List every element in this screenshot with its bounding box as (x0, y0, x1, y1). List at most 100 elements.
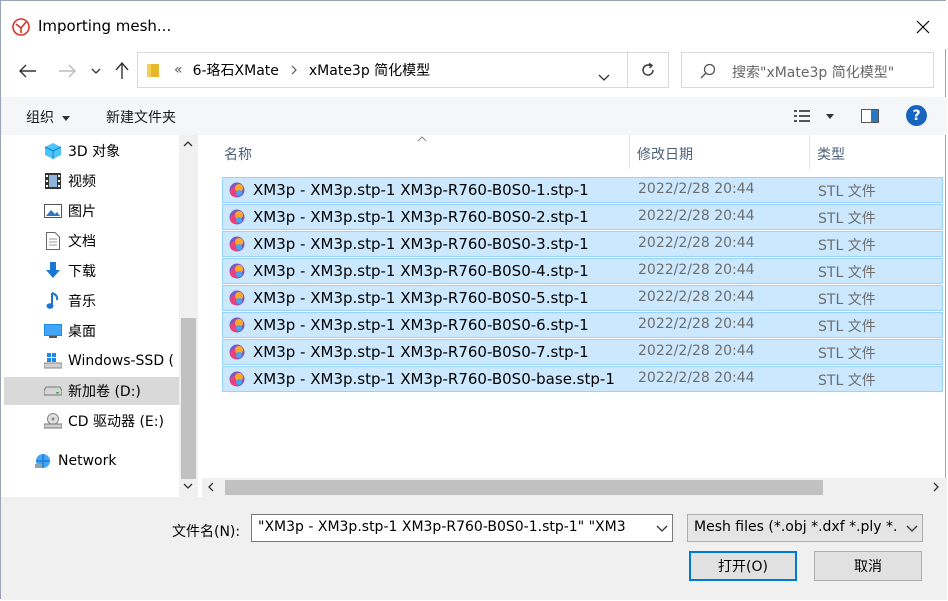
back-button[interactable] (15, 59, 41, 83)
import-mesh-dialog: Importing mesh... « 6-珞石XMate xMate3p 简化… (0, 0, 947, 600)
dialog-footer: 文件名(N): "XM3p - XM3p.stp-1 XM3p-R760-B0S… (1, 497, 947, 600)
file-type-filter[interactable]: Mesh files (*.obj *.dxf *.ply *. (687, 514, 923, 542)
hscroll-thumb[interactable] (225, 480, 823, 495)
file-name: XM3p - XM3p.stp-1 XM3p-R760-B0S0-6.stp-1 (253, 316, 589, 334)
navigation-pane: 3D 对象 视频 图片 文档 下载 音乐 桌面 Windows-SSD (新加… (4, 135, 198, 497)
file-date: 2022/2/28 20:44 (638, 370, 755, 386)
chevron-down-icon (91, 68, 101, 74)
help-button[interactable]: ? (906, 105, 927, 126)
nav-item-label: CD 驱动器 (E:) (68, 414, 164, 430)
address-dropdown[interactable] (598, 66, 610, 85)
nav-item-windows-ssd[interactable]: Windows-SSD ( (4, 347, 179, 375)
nav-scroll-thumb[interactable] (181, 318, 196, 479)
folder-icon (147, 64, 159, 77)
file-name: XM3p - XM3p.stp-1 XM3p-R760-B0S0-4.stp-1 (253, 262, 589, 280)
filename-label: 文件名(N): (172, 524, 241, 540)
column-divider[interactable] (809, 135, 810, 169)
file-type: STL 文件 (818, 265, 876, 281)
filename-value: "XM3p - XM3p.stp-1 XM3p-R760-B0S0-1.stp-… (258, 519, 626, 535)
nav-item-music[interactable]: 音乐 (4, 287, 179, 315)
search-input[interactable]: 搜索"xMate3p 简化模型" (681, 52, 934, 88)
file-row[interactable]: XM3p - XM3p.stp-1 XM3p-R760-B0S0-1.stp-1… (222, 177, 943, 203)
command-bar: 组织 新建文件夹 ? (1, 97, 947, 135)
stl-file-icon (229, 263, 245, 279)
nav-scrollbar[interactable] (179, 135, 198, 497)
file-row[interactable]: XM3p - XM3p.stp-1 XM3p-R760-B0S0-3.stp-1… (222, 231, 943, 257)
file-date: 2022/2/28 20:44 (638, 208, 755, 224)
nav-item-downloads[interactable]: 下载 (4, 257, 179, 285)
file-date: 2022/2/28 20:44 (638, 316, 755, 332)
arrow-left-icon (19, 64, 36, 78)
cd-drive-icon (44, 412, 62, 430)
file-name: XM3p - XM3p.stp-1 XM3p-R760-B0S0-5.stp-1 (253, 289, 589, 307)
stl-file-icon (229, 344, 245, 360)
stl-file-icon (229, 209, 245, 225)
open-button[interactable]: 打开(O) (689, 551, 797, 581)
help-icon: ? (912, 107, 921, 124)
nav-item-network[interactable]: Network (4, 447, 179, 475)
file-type: STL 文件 (818, 211, 876, 227)
up-button[interactable] (111, 59, 133, 83)
recent-locations-button[interactable] (87, 61, 105, 81)
nav-item-cd-drive[interactable]: CD 驱动器 (E:) (4, 407, 179, 435)
new-folder-button[interactable]: 新建文件夹 (106, 107, 176, 127)
download-icon (44, 262, 62, 280)
breadcrumb-item[interactable]: xMate3p 简化模型 (309, 60, 430, 80)
forward-button[interactable] (54, 59, 80, 83)
nav-item-label: 桌面 (68, 324, 96, 340)
window-title: Importing mesh... (38, 17, 172, 35)
sort-up-icon (417, 136, 427, 142)
nav-item-desktop[interactable]: 桌面 (4, 317, 179, 345)
chevron-down-icon[interactable] (656, 525, 668, 532)
column-divider[interactable] (629, 135, 630, 169)
drive-icon (44, 382, 62, 400)
file-name: XM3p - XM3p.stp-1 XM3p-R760-B0S0-1.stp-1 (253, 181, 589, 199)
filter-value: Mesh files (*.obj *.dxf *.ply *. (694, 519, 898, 535)
cancel-button[interactable]: 取消 (814, 551, 922, 581)
nav-item-3d-objects[interactable]: 3D 对象 (4, 137, 179, 165)
file-row[interactable]: XM3p - XM3p.stp-1 XM3p-R760-B0S0-7.stp-1… (222, 339, 943, 365)
preview-pane-icon (861, 109, 879, 123)
file-type: STL 文件 (818, 373, 876, 389)
address-bar[interactable]: « 6-珞石XMate xMate3p 简化模型 (137, 52, 669, 88)
breadcrumb-item[interactable]: 6-珞石XMate (193, 60, 279, 80)
close-button[interactable] (903, 11, 943, 43)
nav-item-drive-d[interactable]: 新加卷 (D:) (4, 377, 179, 405)
file-list-hscrollbar[interactable] (202, 478, 947, 497)
filename-input[interactable]: "XM3p - XM3p.stp-1 XM3p-R760-B0S0-1.stp-… (251, 514, 673, 542)
file-type: STL 文件 (818, 292, 876, 308)
file-date: 2022/2/28 20:44 (638, 235, 755, 251)
documents-icon (44, 232, 62, 250)
organize-menu[interactable]: 组织 (26, 107, 71, 127)
file-name: XM3p - XM3p.stp-1 XM3p-R760-B0S0-7.stp-1 (253, 343, 589, 361)
column-header-name[interactable]: 名称 (224, 144, 252, 164)
file-row[interactable]: XM3p - XM3p.stp-1 XM3p-R760-B0S0-4.stp-1… (222, 258, 943, 284)
view-options-button[interactable] (793, 108, 835, 127)
chevron-right-icon (291, 65, 297, 75)
file-row[interactable]: XM3p - XM3p.stp-1 XM3p-R760-B0S0-base.st… (222, 366, 943, 392)
windows-drive-icon (44, 352, 62, 370)
file-row[interactable]: XM3p - XM3p.stp-1 XM3p-R760-B0S0-6.stp-1… (222, 312, 943, 338)
address-overflow[interactable]: « (174, 62, 183, 78)
file-type: STL 文件 (818, 319, 876, 335)
refresh-button[interactable] (627, 52, 669, 88)
nav-item-label: 文档 (68, 234, 96, 250)
file-row[interactable]: XM3p - XM3p.stp-1 XM3p-R760-B0S0-2.stp-1… (222, 204, 943, 230)
preview-pane-button[interactable] (861, 108, 879, 127)
caret-down-icon (826, 114, 835, 119)
search-placeholder: 搜索"xMate3p 简化模型" (732, 65, 895, 81)
music-icon (44, 292, 62, 310)
file-row[interactable]: XM3p - XM3p.stp-1 XM3p-R760-B0S0-5.stp-1… (222, 285, 943, 311)
nav-item-label: Network (58, 453, 117, 469)
nav-item-documents[interactable]: 文档 (4, 227, 179, 255)
column-header-date[interactable]: 修改日期 (637, 144, 693, 164)
arrow-right-icon (59, 64, 76, 78)
file-name: XM3p - XM3p.stp-1 XM3p-R760-B0S0-2.stp-1 (253, 208, 589, 226)
nav-item-pictures[interactable]: 图片 (4, 197, 179, 225)
close-icon (916, 20, 930, 34)
organize-label: 组织 (26, 110, 54, 126)
column-header-type[interactable]: 类型 (817, 144, 845, 164)
file-date: 2022/2/28 20:44 (638, 343, 755, 359)
nav-item-videos[interactable]: 视频 (4, 167, 179, 195)
nav-item-label: 新加卷 (D:) (68, 384, 141, 400)
